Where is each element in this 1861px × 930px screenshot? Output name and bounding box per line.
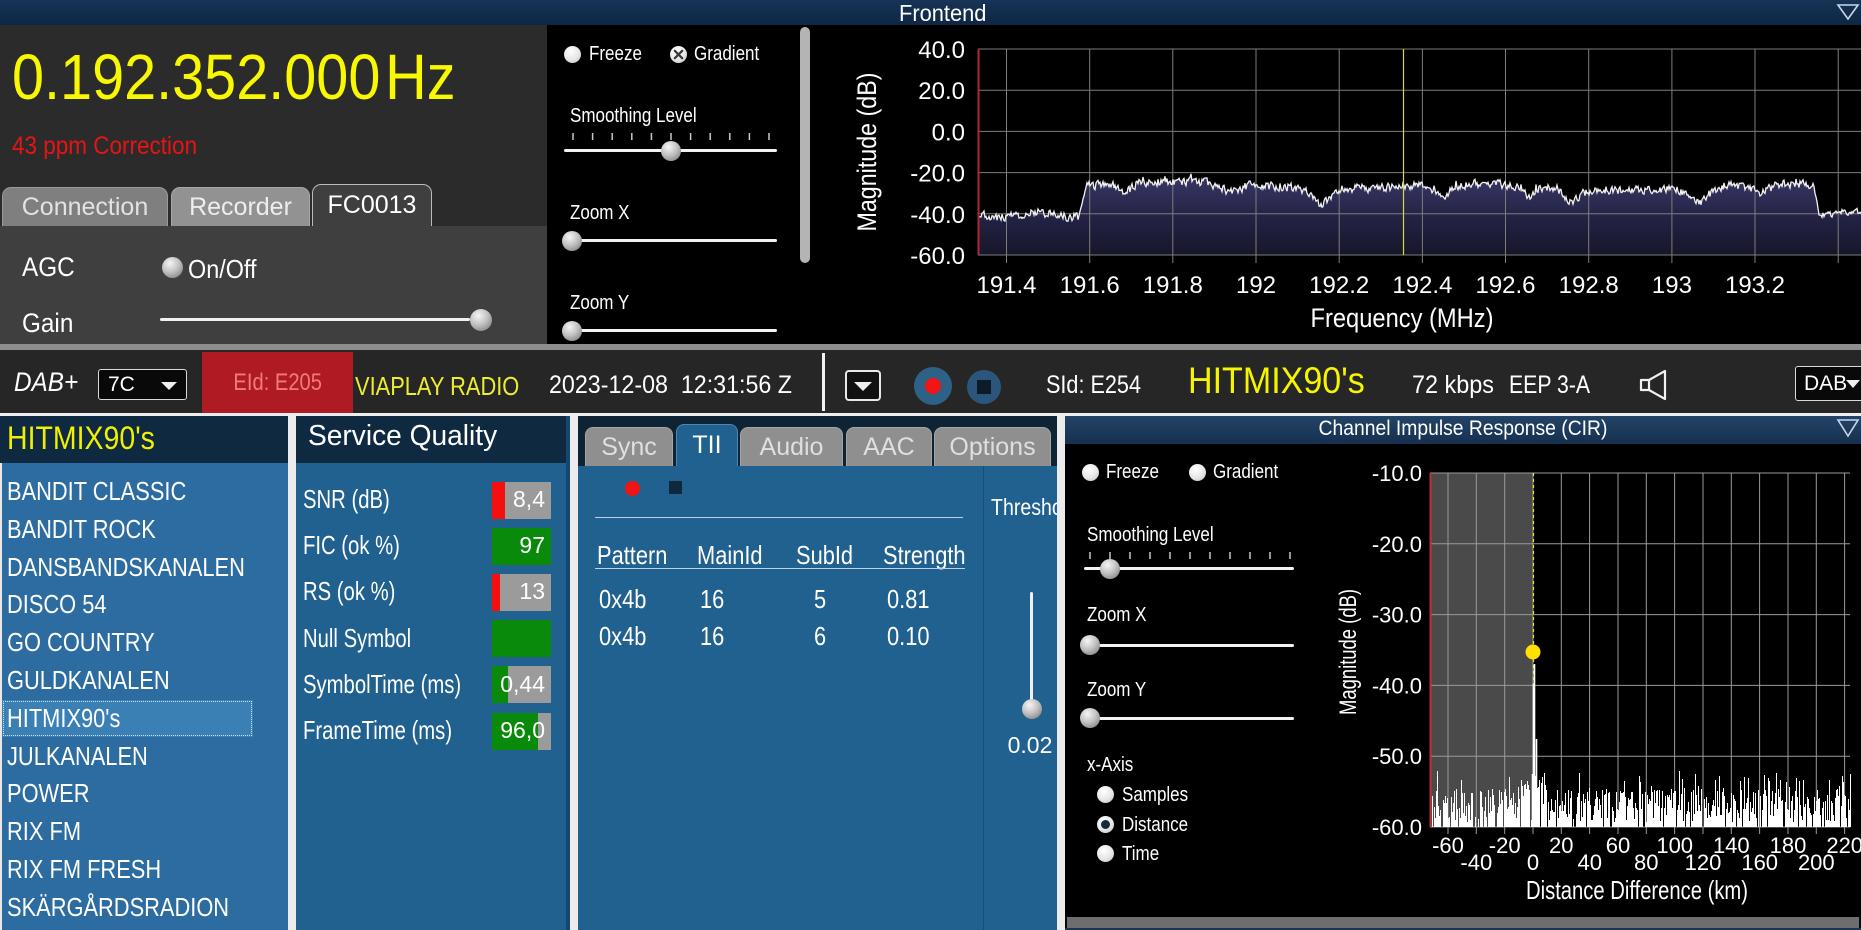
svg-text:-20: -20 [1489, 833, 1521, 858]
svg-text:20: 20 [1549, 833, 1573, 858]
svg-text:193.2: 193.2 [1725, 272, 1785, 299]
svg-text:160: 160 [1741, 850, 1778, 875]
svg-text:192: 192 [1236, 272, 1276, 299]
svg-text:Distance Difference (km): Distance Difference (km) [1526, 875, 1748, 905]
svg-text:192.8: 192.8 [1559, 272, 1619, 299]
svg-text:60: 60 [1606, 833, 1630, 858]
svg-text:-60.0: -60.0 [910, 243, 965, 270]
svg-text:191.8: 191.8 [1143, 272, 1203, 299]
svg-text:192.6: 192.6 [1475, 272, 1535, 299]
svg-text:-40.0: -40.0 [910, 202, 965, 229]
svg-text:Magnitude (dB): Magnitude (dB) [852, 73, 882, 232]
svg-text:-20.0: -20.0 [1372, 532, 1422, 557]
svg-text:-30.0: -30.0 [1372, 603, 1422, 628]
svg-text:-60: -60 [1432, 833, 1464, 858]
svg-text:-60.0: -60.0 [1372, 815, 1422, 840]
svg-text:0.0: 0.0 [932, 119, 965, 146]
svg-text:192.2: 192.2 [1309, 272, 1369, 299]
svg-text:-50.0: -50.0 [1372, 744, 1422, 769]
svg-text:40.0: 40.0 [918, 37, 965, 64]
svg-text:191.6: 191.6 [1060, 272, 1120, 299]
svg-text:120: 120 [1685, 850, 1722, 875]
svg-text:40: 40 [1577, 850, 1601, 875]
svg-text:Frequency (MHz): Frequency (MHz) [1311, 303, 1494, 333]
svg-text:-10.0: -10.0 [1372, 461, 1422, 486]
svg-text:-40.0: -40.0 [1372, 673, 1422, 698]
svg-text:193: 193 [1652, 272, 1692, 299]
svg-text:200: 200 [1798, 850, 1835, 875]
svg-text:192.4: 192.4 [1392, 272, 1452, 299]
svg-text:80: 80 [1634, 850, 1658, 875]
svg-text:-20.0: -20.0 [910, 161, 965, 188]
svg-text:0: 0 [1527, 850, 1539, 875]
svg-text:Magnitude (dB): Magnitude (dB) [1335, 589, 1362, 715]
svg-text:191.4: 191.4 [976, 272, 1036, 299]
svg-text:20.0: 20.0 [918, 78, 965, 105]
svg-text:-40: -40 [1460, 850, 1492, 875]
